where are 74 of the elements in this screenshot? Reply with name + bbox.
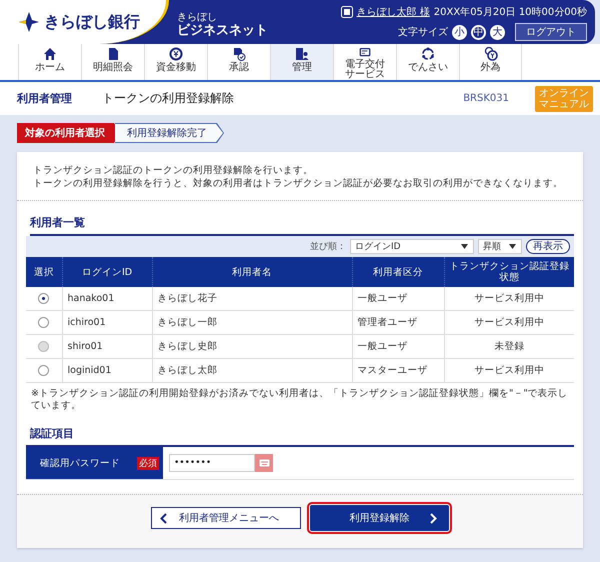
table-cell: 未登録	[444, 334, 574, 358]
document-check-icon	[232, 47, 246, 61]
table-cell: ichiro01	[62, 310, 152, 334]
section-heading: 認証項目	[30, 426, 75, 442]
required-badge: 必須	[137, 456, 159, 470]
column-header: ログインID	[62, 257, 152, 287]
star-logo-icon	[18, 11, 40, 33]
nav-tab[interactable]: でんさい	[396, 44, 459, 80]
nav-tab[interactable]: 明細照会	[81, 44, 144, 80]
login-datetime: 20XX年05月20日 10時00分00秒	[434, 6, 587, 19]
sort-label: 並び順：	[310, 240, 346, 253]
font-size-button[interactable]: 大	[490, 24, 505, 40]
table-cell: きらぼし史郎	[152, 334, 352, 358]
nav-tab[interactable]: ホーム	[18, 44, 81, 80]
service-subtitle: きらぼし	[177, 12, 218, 23]
table-cell: きらぼし一郎	[152, 310, 352, 334]
yen-coins-icon	[484, 47, 498, 61]
bank-logo-text: きらぼし銀行	[44, 12, 140, 32]
circle-arrows-icon	[421, 47, 435, 61]
building-person-icon	[295, 47, 309, 61]
description-text: トランザクション認証のトークンの利用登録解除を行います。	[33, 164, 314, 177]
nav-tab[interactable]: 管理	[270, 44, 333, 80]
nav-tab[interactable]: 資金移動	[144, 44, 207, 80]
column-header: 利用者名	[152, 257, 352, 287]
table-cell: マスターユーザ	[352, 358, 444, 382]
sort-field-dropdown[interactable]: ログインID	[350, 239, 474, 254]
column-header: 利用者区分	[352, 257, 444, 287]
table-cell: 管理者ユーザ	[352, 310, 444, 334]
service-name: ビジネスネット	[177, 23, 268, 38]
table-cell: shiro01	[62, 334, 152, 358]
field-label: 確認用パスワード	[40, 456, 120, 470]
note-text: ※トランザクション認証の利用開始登録がお済みでない利用者は、「トランザクション認証登録状態」欄を"－"で表示しています。	[30, 387, 569, 412]
table-cell: サービス利用中	[444, 358, 574, 382]
submit-button[interactable]: 利用登録解除	[310, 505, 449, 531]
table-cell: 一般ユーザ	[352, 334, 444, 358]
font-size-label: 文字サイズ	[398, 26, 448, 39]
document-icon	[106, 47, 120, 61]
caret-icon	[508, 242, 517, 251]
yen-coin-icon	[169, 47, 183, 61]
card-icon	[358, 47, 372, 58]
back-button[interactable]: 利用者管理メニューへ	[151, 507, 301, 529]
redisplay-button[interactable]: 再表示	[526, 239, 570, 254]
font-size-button[interactable]: 中	[471, 24, 486, 40]
table-cell: きらぼし花子	[152, 287, 352, 310]
chevron-right-icon	[430, 512, 437, 524]
radio-button[interactable]	[38, 364, 50, 376]
table-cell: 一般ユーザ	[352, 287, 444, 310]
description-text: トークンの利用登録解除を行うと、対象の利用者はトランザクション認証が必要なお取引の利用ができなくなります。	[33, 177, 564, 190]
home-icon	[43, 47, 57, 61]
sort-order-dropdown[interactable]: 昇順	[478, 239, 522, 254]
table-cell: サービス利用中	[444, 287, 574, 310]
column-header: 選択	[26, 257, 62, 287]
font-size-button[interactable]: 小	[452, 24, 467, 40]
page-title: トークンの利用登録解除	[102, 90, 234, 107]
user-badge-icon	[340, 6, 353, 18]
radio-button[interactable]	[38, 316, 50, 328]
table-cell: loginid01	[62, 358, 152, 382]
logout-button[interactable]: ログアウト	[515, 23, 587, 41]
user-name-link[interactable]: きらぼし太郎 様	[356, 5, 430, 19]
chevron-left-icon	[160, 512, 167, 524]
screen-id: BRSK031	[463, 93, 509, 104]
column-header: トランザクション認証登録状態	[444, 257, 574, 287]
step-indicator: 利用登録解除完了	[115, 123, 224, 143]
table-cell: きらぼし太郎	[152, 358, 352, 382]
section-title: 利用者管理	[17, 91, 72, 106]
nav-tab[interactable]: 外為	[459, 44, 522, 80]
keyboard-icon	[258, 459, 270, 467]
radio-button[interactable]	[38, 292, 50, 304]
caret-icon	[460, 242, 469, 251]
password-field[interactable]: •••••••	[169, 454, 255, 472]
table-cell: サービス利用中	[444, 310, 574, 334]
table-cell: hanako01	[62, 287, 152, 310]
nav-tab[interactable]: 電子交付サービス	[333, 44, 396, 80]
keyboard-button[interactable]	[255, 454, 273, 472]
